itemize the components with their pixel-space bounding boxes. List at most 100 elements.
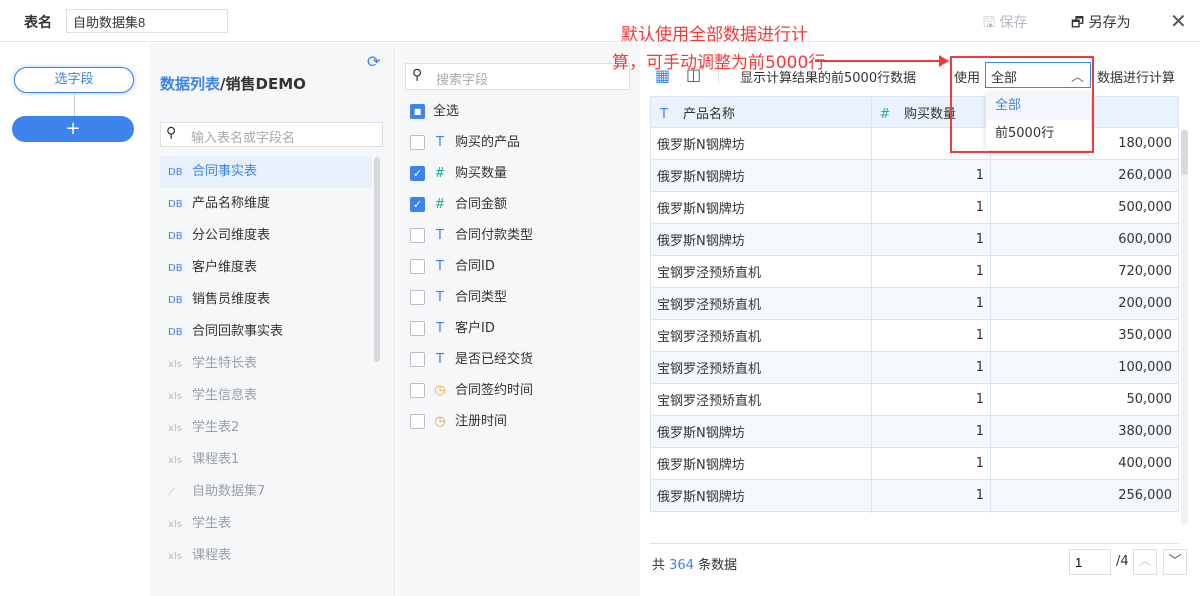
add-step-button[interactable]: + — [12, 116, 134, 142]
table-item[interactable]: DB 合同事实表 — [160, 156, 372, 188]
table-item[interactable]: DB 产品名称维度 — [160, 188, 372, 220]
field-item[interactable]: T 合同付款类型 — [410, 220, 533, 251]
total-count: 共 364 条数据 — [652, 558, 738, 573]
table-item[interactable]: DB 客户维度表 — [160, 252, 372, 284]
checkbox[interactable] — [410, 290, 425, 305]
table-item[interactable]: DB 分公司维度表 — [160, 220, 372, 252]
text-type-icon: T — [436, 321, 444, 336]
database-icon: DB — [168, 199, 183, 210]
table-name-input[interactable] — [66, 9, 228, 33]
excel-icon: xls — [168, 551, 182, 562]
database-icon: DB — [168, 295, 183, 306]
table-scrollbar-track[interactable] — [1181, 130, 1188, 525]
table-cell: 宝钢罗泾预矫直机 — [650, 351, 872, 384]
checkbox[interactable] — [410, 228, 425, 243]
table-item[interactable]: ⟋ 自助数据集7 — [160, 476, 372, 508]
field-item[interactable]: T 购买的产品 — [410, 127, 520, 158]
text-type-icon: T — [660, 106, 668, 122]
page-input[interactable] — [1069, 549, 1111, 575]
table-item[interactable]: xls 学生表 — [160, 508, 372, 540]
table-cell: 200,000 — [990, 287, 1179, 320]
text-type-icon: T — [436, 259, 444, 274]
table-cell: 100,000 — [990, 351, 1179, 384]
table-item[interactable]: xls 课程表 — [160, 540, 372, 572]
select-field-step[interactable]: 选字段 — [14, 67, 134, 93]
save-as-icon: 🗗 — [1071, 15, 1085, 31]
refresh-icon[interactable]: ⟳ — [367, 52, 380, 71]
table-search-input[interactable]: ⚲ 输入表名或字段名 — [160, 122, 383, 147]
save-as-button[interactable]: 🗗 另存为 — [1071, 12, 1131, 36]
checkbox[interactable]: ✓ — [410, 166, 425, 181]
table-cell: 俄罗斯N钢牌坊 — [650, 223, 872, 256]
select-all-checkbox[interactable]: ■ 全选 — [410, 96, 459, 127]
table-row: 宝钢罗泾预矫直机 1 200,000 — [650, 287, 1179, 320]
table-cell: 俄罗斯N钢牌坊 — [650, 159, 872, 192]
field-item[interactable]: T 客户ID — [410, 313, 495, 344]
table-cell: 50,000 — [990, 383, 1179, 416]
field-search-input[interactable]: ⚲ 搜索字段 — [405, 63, 630, 90]
table-clip — [640, 513, 1200, 543]
table-cell: 1 — [871, 223, 991, 256]
table-cell: 500,000 — [990, 191, 1179, 224]
table-cell: 1 — [871, 319, 991, 352]
table-cell: 宝钢罗泾预矫直机 — [650, 383, 872, 416]
table-cell: 1 — [871, 351, 991, 384]
prev-page-button[interactable]: ︿ — [1133, 549, 1157, 575]
table-cell: 1 — [871, 479, 991, 512]
excel-icon: xls — [168, 359, 182, 370]
annotation-line2: 算，可手动调整为前5000行 — [612, 53, 826, 73]
table-row: 俄罗斯N钢牌坊 1 500,000 — [650, 191, 1179, 224]
field-item[interactable]: T 是否已经交货 — [410, 344, 533, 375]
table-scrollbar-thumb[interactable] — [1181, 130, 1188, 175]
field-item[interactable]: ✓ # 购买数量 — [410, 158, 507, 189]
save-button[interactable]: 🖫 保存 — [983, 12, 1027, 36]
text-type-icon: T — [436, 228, 444, 243]
checkbox-partial-icon: ■ — [410, 104, 425, 119]
table-row: 俄罗斯N钢牌坊 1 600,000 — [650, 223, 1179, 256]
data-list-link[interactable]: 数据列表 — [160, 75, 220, 93]
annotation-box — [950, 56, 1094, 153]
table-item[interactable]: xls 学生特长表 — [160, 348, 372, 380]
text-type-icon: T — [436, 135, 444, 150]
annotation-line1: 默认使用全部数据进行计 — [621, 25, 808, 45]
checkbox[interactable] — [410, 259, 425, 274]
table-cell: 1 — [871, 383, 991, 416]
number-type-icon: # — [879, 106, 891, 122]
table-name-label: 表名 — [24, 15, 52, 31]
checkbox[interactable] — [410, 352, 425, 367]
field-item[interactable]: ◷ 合同签约时间 — [410, 375, 533, 406]
table-row: 宝钢罗泾预矫直机 1 50,000 — [650, 383, 1179, 416]
step-connector — [74, 93, 75, 116]
table-row: 宝钢罗泾预矫直机 1 350,000 — [650, 319, 1179, 352]
field-item[interactable]: T 合同ID — [410, 251, 495, 282]
checkbox[interactable] — [410, 321, 425, 336]
database-icon: DB — [168, 231, 183, 242]
field-item[interactable]: ✓ # 合同金额 — [410, 189, 507, 220]
table-cell: 1 — [871, 415, 991, 448]
table-cell: 俄罗斯N钢牌坊 — [650, 415, 872, 448]
checkbox[interactable]: ✓ — [410, 197, 425, 212]
field-item[interactable]: ◷ 注册时间 — [410, 406, 507, 437]
table-cell: 256,000 — [990, 479, 1179, 512]
table-row: 俄罗斯N钢牌坊 1 380,000 — [650, 415, 1179, 448]
checkbox[interactable] — [410, 135, 425, 150]
excel-icon: xls — [168, 423, 182, 434]
field-item[interactable]: T 合同类型 — [410, 282, 507, 313]
compute-suffix: 数据进行计算 — [1097, 71, 1176, 86]
preview-table: T产品名称#购买数量#合同金额俄罗斯N钢牌坊180,000俄罗斯N钢牌坊1260… — [650, 96, 1179, 544]
next-page-button[interactable]: ﹀ — [1163, 549, 1187, 575]
table-item[interactable]: xls 课程表1 — [160, 444, 372, 476]
table-item[interactable]: DB 销售员维度表 — [160, 284, 372, 316]
table-item[interactable]: DB 合同回款事实表 — [160, 316, 372, 348]
table-cell: 1 — [871, 447, 991, 480]
table-list-scrollbar[interactable] — [374, 157, 380, 362]
checkbox[interactable] — [410, 414, 425, 429]
table-cell: 720,000 — [990, 255, 1179, 288]
table-cell: 400,000 — [990, 447, 1179, 480]
checkbox[interactable] — [410, 383, 425, 398]
close-icon[interactable]: ✕ — [1170, 9, 1187, 33]
table-item[interactable]: xls 学生信息表 — [160, 380, 372, 412]
table-item[interactable]: xls 学生表2 — [160, 412, 372, 444]
database-icon: DB — [168, 167, 183, 178]
text-type-icon: T — [436, 352, 444, 367]
